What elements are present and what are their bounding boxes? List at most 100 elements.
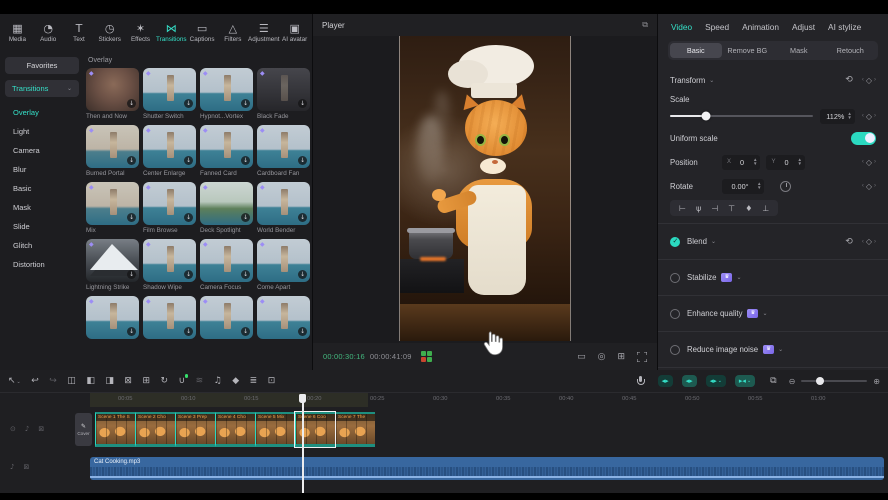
transition-thumbnail[interactable]: ◆ ↓ bbox=[257, 68, 310, 111]
category-item[interactable]: Light bbox=[5, 122, 79, 141]
timeline-tool-icon[interactable]: ↖⌄ bbox=[8, 376, 21, 386]
transition-pill-button[interactable]: ◂▸⌄ bbox=[658, 375, 673, 387]
transition-item[interactable]: ◆ ↓ Center Enlarge bbox=[143, 125, 196, 177]
timeline-clip[interactable]: Scene 1 The S bbox=[95, 412, 135, 447]
timeline-tool-icon[interactable]: ♫⌄ bbox=[214, 376, 222, 386]
mute-track-icon[interactable]: ♪ bbox=[10, 463, 14, 471]
timeline-clip[interactable]: Scene 6 Coo bbox=[295, 412, 335, 447]
reset-icon[interactable]: ⟲ bbox=[845, 237, 853, 247]
timeline-ruler[interactable]: 00:05 00:10 00:15 00:20 00:25 00:30 00:3… bbox=[0, 393, 888, 407]
color-grid-icon[interactable] bbox=[421, 351, 432, 362]
inspector-subtab[interactable]: Remove BG bbox=[722, 43, 774, 58]
category-item[interactable]: Camera bbox=[5, 141, 79, 160]
timeline-tool-icon[interactable]: ↪⌄ bbox=[49, 376, 57, 386]
transition-thumbnail[interactable]: ◆ ↓ bbox=[143, 68, 196, 111]
timeline-clip[interactable]: Scene 7 The bbox=[335, 412, 375, 447]
keyframe-diamond-icon[interactable]: ◇ bbox=[866, 112, 872, 121]
scale-slider[interactable] bbox=[670, 115, 813, 118]
video-preview[interactable] bbox=[399, 36, 571, 341]
toolbar-item[interactable]: T Text bbox=[64, 23, 95, 43]
transition-thumbnail[interactable]: ◆ ↓ bbox=[143, 296, 196, 339]
transition-item[interactable]: ◆ ↓ Fanned Card bbox=[200, 125, 253, 177]
transition-item[interactable]: ◆ ↓ bbox=[257, 296, 310, 341]
timeline-clip[interactable]: Scene 3 Prep bbox=[175, 412, 215, 447]
toolbar-item[interactable]: ⋈ Transitions bbox=[156, 23, 187, 43]
timeline-tool-icon[interactable]: ↻⌄ bbox=[160, 376, 168, 386]
transition-item[interactable]: ◆ ↓ Shadow Wipe bbox=[143, 239, 196, 291]
transition-item[interactable]: ◆ ↓ Film Browse bbox=[143, 182, 196, 234]
category-item[interactable]: Basic bbox=[5, 179, 79, 198]
transition-thumbnail[interactable]: ◆ ↓ bbox=[257, 125, 310, 168]
transition-item[interactable]: ◆ ↓ Mix bbox=[86, 182, 139, 234]
transition-thumbnail[interactable]: ◆ ↓ bbox=[143, 182, 196, 225]
inspector-tab[interactable]: AI stylize bbox=[828, 22, 861, 32]
transition-thumbnail[interactable]: ◆ ↓ bbox=[200, 68, 253, 111]
timeline-tool-icon[interactable]: ⊞⌄ bbox=[142, 376, 150, 386]
transition-thumbnail[interactable]: ◆ ↓ bbox=[200, 239, 253, 282]
align-icon[interactable]: ψ bbox=[696, 204, 701, 213]
reset-icon[interactable]: ⟲ bbox=[845, 75, 853, 85]
chevron-down-icon[interactable]: ⌄ bbox=[778, 346, 783, 353]
timeline-tool-icon[interactable]: ◨⌄ bbox=[105, 376, 114, 386]
transitions-group-button[interactable]: Transitions ⌄ bbox=[5, 80, 79, 97]
hide-track-icon[interactable]: ⊙ bbox=[10, 425, 16, 433]
chevron-down-icon[interactable]: ⌄ bbox=[709, 77, 714, 84]
player-menu-icon[interactable]: ⧉ bbox=[642, 20, 648, 30]
timeline-tool-icon[interactable]: ◆⌄ bbox=[232, 376, 239, 386]
cover-button[interactable]: ✎ Cover bbox=[75, 413, 92, 446]
transition-item[interactable]: ◆ ↓ Hypnot...Vortex bbox=[200, 68, 253, 120]
scale-stepper[interactable]: ▲▼ bbox=[847, 112, 851, 121]
align-icon[interactable]: ⊥ bbox=[762, 204, 769, 213]
align-icon[interactable]: ⊢ bbox=[679, 204, 686, 213]
keyframe-control[interactable]: ‹◇› bbox=[862, 237, 876, 246]
transition-item[interactable]: ◆ ↓ Come Apart bbox=[257, 239, 310, 291]
scale-slider-thumb[interactable] bbox=[701, 112, 710, 121]
category-item[interactable]: Overlay bbox=[5, 103, 79, 122]
timeline-tool-icon[interactable]: ◧⌄ bbox=[86, 376, 95, 386]
zoom-out-icon[interactable]: ⊖ bbox=[789, 377, 796, 386]
transition-thumbnail[interactable]: ◆ ↓ bbox=[86, 239, 139, 282]
zoom-in-icon[interactable]: ⊕ bbox=[873, 377, 880, 386]
transition-item[interactable]: ◆ ↓ Black Fade bbox=[257, 68, 310, 120]
lock-track-icon[interactable]: ⊠ bbox=[23, 463, 29, 471]
keyframe-control[interactable]: ‹◇› bbox=[862, 182, 876, 191]
resolution-icon[interactable]: ⊞ bbox=[617, 352, 625, 362]
category-item[interactable]: Mask bbox=[5, 198, 79, 217]
transition-item[interactable]: ◆ ↓ Burned Portal bbox=[86, 125, 139, 177]
inspector-tab[interactable]: Speed bbox=[705, 22, 729, 32]
transition-pill-button[interactable]: ◂▸⌄ bbox=[706, 375, 726, 387]
transition-thumbnail[interactable]: ◆ ↓ bbox=[200, 182, 253, 225]
transition-thumbnail[interactable]: ◆ ↓ bbox=[200, 125, 253, 168]
section-checkbox[interactable] bbox=[670, 309, 680, 319]
chevron-down-icon[interactable]: ⌄ bbox=[762, 310, 767, 317]
keyframe-diamond-icon[interactable]: ◇ bbox=[866, 76, 872, 85]
inspector-subtab[interactable]: Retouch bbox=[825, 43, 877, 58]
inspector-tab[interactable]: Adjust bbox=[792, 22, 815, 32]
transition-thumbnail[interactable]: ◆ ↓ bbox=[86, 125, 139, 168]
transition-thumbnail[interactable]: ◆ ↓ bbox=[257, 296, 310, 339]
section-checkbox[interactable] bbox=[670, 345, 680, 355]
inspector-subtab[interactable]: Basic bbox=[670, 43, 722, 58]
uniform-scale-toggle[interactable] bbox=[851, 132, 876, 145]
transition-item[interactable]: ◆ ↓ bbox=[86, 296, 139, 341]
align-icon[interactable]: ♦ bbox=[745, 204, 752, 213]
toolbar-item[interactable]: △ Filters bbox=[217, 23, 248, 43]
transition-item[interactable]: ◆ ↓ bbox=[143, 296, 196, 341]
timeline-clip[interactable]: Scene 2 Cho bbox=[135, 412, 175, 447]
timeline-tool-icon[interactable]: ⊡⌄ bbox=[268, 376, 276, 386]
keyframe-control[interactable]: ‹◇› bbox=[862, 112, 876, 121]
position-y-field[interactable]: Y 0 ▲▼ bbox=[766, 155, 804, 170]
position-y-stepper[interactable]: ▲▼ bbox=[798, 158, 802, 167]
transition-thumbnail[interactable]: ◆ ↓ bbox=[257, 182, 310, 225]
transition-item[interactable]: ◆ ↓ World Bender bbox=[257, 182, 310, 234]
microphone-icon[interactable] bbox=[637, 376, 644, 386]
inspector-tab[interactable]: Animation bbox=[742, 22, 779, 32]
transition-thumbnail[interactable]: ◆ ↓ bbox=[143, 239, 196, 282]
playhead[interactable] bbox=[302, 394, 304, 493]
favorites-button[interactable]: Favorites bbox=[5, 57, 79, 74]
transition-item[interactable]: ◆ ↓ Shutter Switch bbox=[143, 68, 196, 120]
mute-track-icon[interactable]: ♪ bbox=[25, 425, 29, 433]
keyframe-control[interactable]: ‹◇› bbox=[862, 158, 876, 167]
rotate-field[interactable]: 0.00° ▲▼ bbox=[722, 179, 764, 194]
timeline-tool-icon[interactable]: ≣⌄ bbox=[250, 376, 258, 386]
